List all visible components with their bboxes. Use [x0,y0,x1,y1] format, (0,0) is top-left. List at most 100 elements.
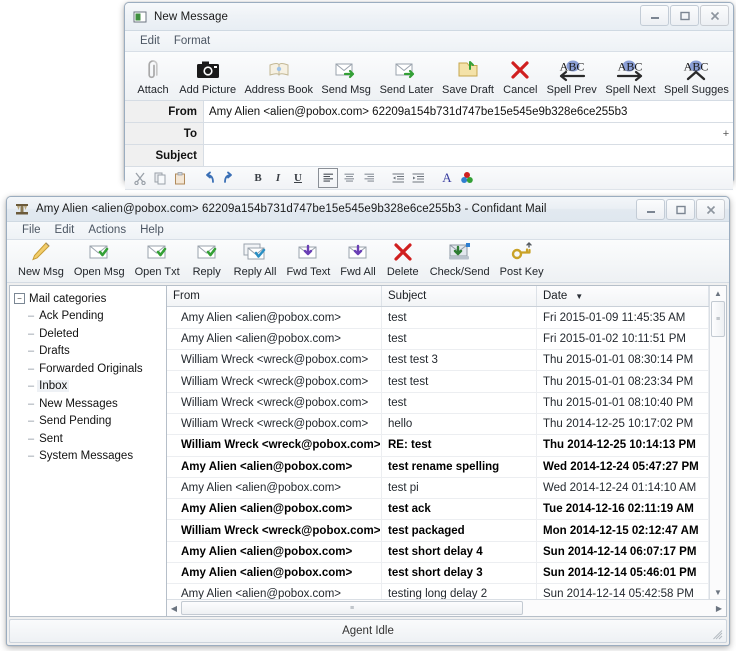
toolbar-button-spell-suggest[interactable]: ABC Spell Sugges [660,56,733,98]
message-row[interactable]: Amy Alien <alien@pobox.com> test pi Wed 20… [167,477,709,500]
toolbar-button-new-msg[interactable]: New Msg [13,240,69,281]
main-menu-help[interactable]: Help [133,223,171,238]
toolbar-button-send-later[interactable]: Send Later [375,56,437,98]
compose-maximize-button[interactable] [670,5,699,26]
main-window-controls [635,199,725,220]
toolbar-button-attach[interactable]: Attach [131,56,175,98]
toolbar-button-post-key[interactable]: Post Key [495,240,549,281]
sidebar-item-send-pending[interactable]: – Send Pending [14,412,166,430]
toolbar-button-fwd-all[interactable]: Fwd All [335,240,380,281]
compose-minimize-button[interactable] [640,5,669,26]
message-row[interactable]: Amy Alien <alien@pobox.com> test rename s… [167,456,709,478]
sidebar-item-drafts[interactable]: – Drafts [14,342,166,360]
sidebar-item-system-messages[interactable]: – System Messages [14,447,166,465]
toolbar-button-address-book[interactable]: Address Book [240,56,317,98]
compose-titlebar[interactable]: New Message [125,3,733,31]
sidebar-item-deleted[interactable]: – Deleted [14,325,166,343]
sidebar-item-label: Sent [39,432,63,445]
toolbar-button-open-txt[interactable]: Open Txt [130,240,185,281]
undo-icon[interactable] [200,169,218,187]
message-cell-subject: RE: test [382,435,537,456]
message-row[interactable]: Amy Alien <alien@pobox.com> test ack Tue 2… [167,499,709,521]
scroll-right-arrow-icon[interactable]: ▶ [713,602,725,614]
collapse-toggle-icon[interactable]: − [14,293,25,305]
message-row[interactable]: Amy Alien <alien@pobox.com> test Fri 2015-… [167,328,709,351]
align-left-icon[interactable] [318,168,338,188]
font-color-icon[interactable]: A [438,169,456,187]
message-row[interactable]: Amy Alien <alien@pobox.com> test Fri 2015-… [167,307,709,329]
scroll-left-arrow-icon[interactable]: ◀ [168,602,180,614]
compose-to-input[interactable] [204,123,719,144]
scroll-down-arrow-icon[interactable]: ▼ [714,586,722,598]
toolbar-button-save-draft[interactable]: Save Draft [438,56,499,98]
italic-icon[interactable]: I [269,169,287,187]
main-close-button[interactable] [696,199,725,220]
message-row[interactable]: William Wreck <wreck@pobox.com> RE: test T… [167,435,709,457]
add-recipient-button[interactable]: + [719,123,733,144]
message-cell-date: Wed 2014-12-24 01:14:10 AM [537,477,709,499]
sidebar-item-inbox[interactable]: – Inbox [14,377,166,395]
scroll-up-arrow-icon[interactable]: ▲ [714,287,722,299]
palette-icon[interactable] [458,169,476,187]
toolbar-label-attach: Attach [137,84,169,96]
sidebar-item-forwarded-originals[interactable]: – Forwarded Originals [14,360,166,378]
toolbar-button-delete[interactable]: Delete [381,240,425,281]
camera-icon [195,57,221,83]
sidebar-item-sent[interactable]: – Sent [14,430,166,448]
column-header-from[interactable]: From [167,286,382,307]
toolbar-button-add-picture[interactable]: Add Picture [175,56,240,98]
toolbar-button-spell-prev[interactable]: ABC Spell Prev [542,56,601,98]
align-right-icon[interactable] [360,169,378,187]
sidebar-item-label: Deleted [39,327,79,340]
toolbar-label-send-later: Send Later [379,84,434,96]
message-row[interactable]: Amy Alien <alien@pobox.com> test short de… [167,541,709,564]
message-list-vertical-scrollbar[interactable]: ▲ ≡ ▼ [709,286,726,599]
compose-close-button[interactable] [700,5,729,26]
compose-menu-edit[interactable]: Edit [133,34,167,49]
underline-icon[interactable]: U [289,169,307,187]
message-row[interactable]: Amy Alien <alien@pobox.com> test short de… [167,563,709,585]
toolbar-button-fwd-text[interactable]: Fwd Text [281,240,335,281]
paste-icon[interactable] [171,169,189,187]
toolbar-button-open-msg[interactable]: Open Msg [69,240,130,281]
toolbar-button-reply-all[interactable]: Reply All [229,240,282,281]
message-row[interactable]: William Wreck <wreck@pobox.com> hello Thu … [167,413,709,436]
message-row[interactable]: William Wreck <wreck@pobox.com> test test… [167,371,709,393]
main-titlebar[interactable]: Amy Alien <alien@pobox.com> 62209a154b73… [7,197,729,222]
message-list-horizontal-scrollbar[interactable]: ◀ ≡ ▶ [167,599,726,616]
svg-text:ABC: ABC [618,60,643,74]
indent-icon[interactable] [409,169,427,187]
message-row[interactable]: Amy Alien <alien@pobox.com> testing long … [167,584,709,599]
column-header-date[interactable]: Date ▼ [537,286,709,307]
toolbar-button-check-send[interactable]: Check/Send [425,240,495,281]
message-row[interactable]: William Wreck <wreck@pobox.com> test pack… [167,520,709,542]
bold-icon[interactable]: B [249,169,267,187]
main-minimize-button[interactable] [636,199,665,220]
resize-grip-icon[interactable] [713,630,723,640]
message-row[interactable]: William Wreck <wreck@pobox.com> test test… [167,350,709,372]
tree-root-mail-categories[interactable]: − Mail categories [14,290,166,307]
sidebar-item-ack-pending[interactable]: – Ack Pending [14,307,166,325]
message-cell-date: Sun 2014-12-14 05:42:58 PM [537,584,709,599]
main-maximize-button[interactable] [666,199,695,220]
toolbar-button-spell-next[interactable]: ABC Spell Next [601,56,660,98]
column-header-subject[interactable]: Subject [382,286,537,307]
toolbar-button-reply[interactable]: Reply [185,240,229,281]
main-menu-edit[interactable]: Edit [48,223,82,238]
compose-subject-input[interactable] [204,145,733,166]
toolbar-button-send-msg[interactable]: Send Msg [317,56,375,98]
vertical-scroll-thumb[interactable]: ≡ [711,301,725,338]
align-center-icon[interactable] [340,169,358,187]
horizontal-scroll-thumb[interactable]: ≡ [181,601,523,615]
redo-icon[interactable] [220,169,238,187]
outdent-icon[interactable] [389,169,407,187]
sidebar-item-new-messages[interactable]: – New Messages [14,395,166,413]
message-row[interactable]: William Wreck <wreck@pobox.com> test Thu 2… [167,392,709,414]
sidebar-item-label: Forwarded Originals [39,362,143,375]
compose-menu-format[interactable]: Format [167,34,217,49]
copy-icon[interactable] [151,169,169,187]
cut-icon[interactable] [131,169,149,187]
toolbar-button-cancel[interactable]: Cancel [498,56,542,98]
main-menu-file[interactable]: File [15,223,48,238]
main-menu-actions[interactable]: Actions [81,223,133,238]
